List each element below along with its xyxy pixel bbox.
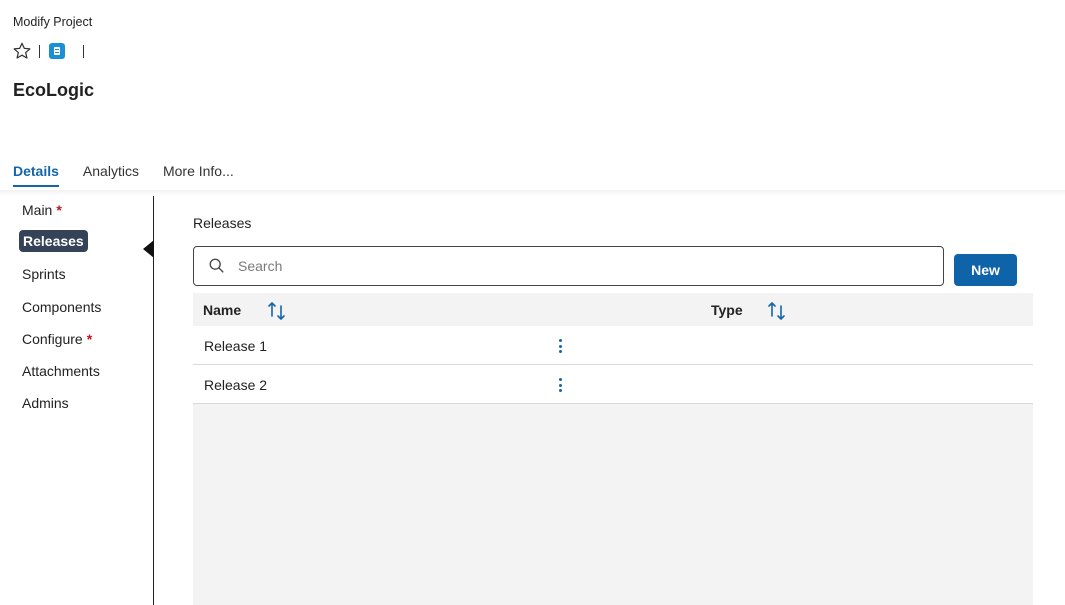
document-icon[interactable] <box>49 43 65 59</box>
release-name[interactable]: Release 1 <box>204 338 267 354</box>
tab-analytics[interactable]: Analytics <box>83 163 139 185</box>
column-header-type[interactable]: Type <box>711 302 743 318</box>
sort-icon[interactable] <box>266 300 288 322</box>
search-box[interactable] <box>193 246 944 286</box>
releases-table: Name Type Release 1 Release 2 <box>193 293 1033 605</box>
search-icon <box>208 257 226 275</box>
sidebar-item-label: Admins <box>22 395 69 411</box>
tab-bar-shadow <box>0 190 1065 196</box>
sidebar-item-attachments[interactable]: Attachments <box>22 363 100 379</box>
sidebar-item-label: Sprints <box>22 266 66 282</box>
sidebar: Main * Releases Sprints Components Config… <box>0 196 154 605</box>
sort-icon[interactable] <box>766 300 788 322</box>
table-row[interactable]: Release 2 <box>193 365 1033 404</box>
toolbar-divider <box>39 44 40 58</box>
section-title: Releases <box>193 215 252 231</box>
column-header-name[interactable]: Name <box>203 302 241 318</box>
tab-bar: Details Analytics More Info... <box>13 163 234 187</box>
sidebar-item-components[interactable]: Components <box>22 299 101 315</box>
required-marker: * <box>86 331 93 347</box>
active-item-pointer <box>143 240 154 258</box>
sidebar-item-label: Configure <box>22 331 83 347</box>
release-name[interactable]: Release 2 <box>204 377 267 393</box>
search-input[interactable] <box>238 258 918 274</box>
more-options-icon[interactable] <box>553 337 567 355</box>
sidebar-item-admins[interactable]: Admins <box>22 395 69 411</box>
table-header: Name Type <box>193 293 1033 326</box>
tab-more-info[interactable]: More Info... <box>163 163 234 185</box>
sidebar-item-label: Components <box>22 299 102 315</box>
page: Modify Project EcoLogic Details Analytic… <box>0 0 1065 605</box>
required-marker: * <box>56 202 62 218</box>
sidebar-item-label: Attachments <box>22 363 100 379</box>
sidebar-item-sprints[interactable]: Sprints <box>22 266 66 282</box>
more-options-icon[interactable] <box>553 376 567 394</box>
sidebar-item-main[interactable]: Main * <box>22 202 62 218</box>
sidebar-item-label: Releases <box>23 233 84 249</box>
breadcrumb[interactable]: Modify Project <box>13 15 92 29</box>
table-row[interactable]: Release 1 <box>193 326 1033 365</box>
header-toolbar <box>12 41 84 61</box>
toolbar-divider <box>83 44 84 58</box>
tab-details[interactable]: Details <box>13 163 59 187</box>
page-title: EcoLogic <box>13 80 95 100</box>
sidebar-item-configure[interactable]: Configure * <box>22 331 92 347</box>
new-button[interactable]: New <box>954 254 1017 286</box>
sidebar-item-releases[interactable]: Releases <box>19 230 88 252</box>
star-icon[interactable] <box>12 41 32 61</box>
sidebar-item-label: Main <box>22 202 53 218</box>
